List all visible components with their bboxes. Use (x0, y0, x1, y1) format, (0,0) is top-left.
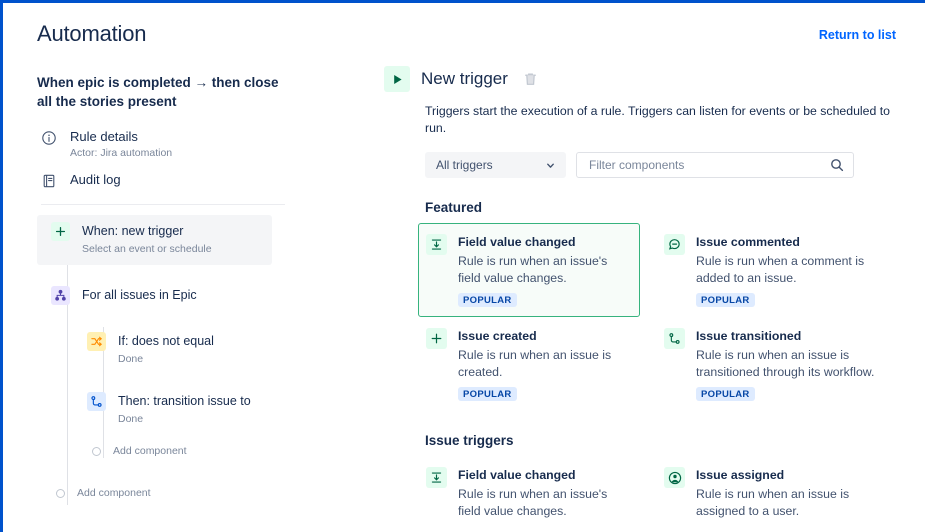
status-badge: POPULAR (458, 293, 517, 307)
status-badge: POPULAR (696, 387, 755, 401)
trigger-card-title: Field value changed (458, 467, 631, 483)
rule-node-title: For all issues in Epic (82, 287, 197, 303)
trigger-card-field-value-changed-2[interactable]: Field value changed Rule is run when an … (418, 456, 640, 529)
rule-sidebar: Automation When epic is completed → then… (3, 3, 348, 532)
trigger-card-title: Field value changed (458, 234, 631, 250)
sidebar-item-sublabel: Actor: Jira automation (70, 146, 172, 161)
rule-node-title: If: does not equal (118, 333, 214, 349)
trigger-card-description: Rule is run when an issue is created. (458, 347, 631, 381)
sidebar-divider (41, 204, 285, 205)
rule-node-for-all-issues-in-epic[interactable]: For all issues in Epic (37, 279, 317, 313)
status-badge: POPULAR (458, 387, 517, 401)
sidebar-item-label: Rule details (70, 128, 172, 145)
trigger-card-title: Issue created (458, 328, 631, 344)
trigger-picker-panel: Return to list New trigger Triggers star… (348, 3, 925, 532)
rule-node-when-new-trigger[interactable]: When: new trigger Select an event or sch… (37, 215, 272, 265)
search-input[interactable] (587, 157, 825, 173)
page-title: Automation (37, 21, 326, 47)
trigger-type-select-value: All triggers (436, 158, 493, 172)
trigger-card-issue-created[interactable]: Issue created Rule is run when an issue … (418, 317, 640, 411)
section-title-featured: Featured (425, 200, 895, 215)
comment-icon (664, 234, 685, 255)
trigger-header: New trigger (384, 66, 895, 92)
filter-components-field[interactable] (576, 152, 854, 178)
trigger-card-description: Rule is run when an issue is assigned to… (696, 486, 897, 520)
sidebar-item-label: Audit log (70, 171, 121, 188)
trigger-card-description: Rule is run when an issue is transitione… (696, 347, 897, 381)
rule-node-subtitle: Done (118, 351, 214, 367)
add-node-dot-icon (56, 489, 65, 498)
condition-icon (87, 332, 106, 351)
trigger-panel-title: New trigger (421, 69, 508, 89)
trigger-card-issue-commented[interactable]: Issue commented Rule is run when a comme… (656, 223, 906, 317)
issue-trigger-grid: Field value changed Rule is run when an … (418, 456, 906, 532)
trigger-card-title: Issue commented (696, 234, 897, 250)
app-window: Automation When epic is completed → then… (0, 0, 925, 532)
trigger-panel-description: Triggers start the execution of a rule. … (425, 103, 895, 137)
rule-node-title: Then: transition issue to (118, 393, 251, 409)
sidebar-item-rule-details[interactable]: Rule details Actor: Jira automation (37, 125, 326, 164)
transition-icon (664, 328, 685, 349)
return-to-list-link[interactable]: Return to list (819, 28, 896, 42)
trigger-type-select[interactable]: All triggers (425, 152, 566, 178)
section-title-issue-triggers: Issue triggers (425, 433, 895, 448)
rule-node-if-does-not-equal[interactable]: If: does not equal Done (73, 325, 317, 375)
info-icon (41, 130, 57, 146)
featured-trigger-grid: Field value changed Rule is run when an … (418, 223, 906, 411)
transition-icon (87, 392, 106, 411)
trigger-card-title: Issue assigned (696, 467, 897, 483)
trigger-card-issue-assigned[interactable]: Issue assigned Rule is run when an issue… (656, 456, 906, 529)
trigger-card-description: Rule is run when a comment is added to a… (696, 253, 897, 287)
trigger-card-title: Issue transitioned (696, 328, 897, 344)
status-badge: POPULAR (696, 293, 755, 307)
rule-node-title: When: new trigger (82, 223, 212, 239)
rule-tree: When: new trigger Select an event or sch… (37, 215, 317, 499)
rule-node-subtitle: Done (118, 411, 251, 427)
trigger-card-field-value-changed[interactable]: Field value changed Rule is run when an … (418, 223, 640, 317)
plus-icon (51, 222, 70, 241)
rule-node-then-transition-issue[interactable]: Then: transition issue to Done (73, 385, 317, 435)
add-component-label: Add component (77, 487, 151, 499)
trigger-card-description: Rule is run when an issue's field value … (458, 253, 631, 287)
branch-icon (51, 286, 70, 305)
trigger-card-description: Rule is run when an issue's field value … (458, 486, 631, 520)
person-icon (664, 467, 685, 488)
trigger-filters: All triggers (425, 152, 895, 178)
add-node-dot-icon (92, 447, 101, 456)
add-component-label: Add component (113, 445, 187, 457)
sidebar-item-audit-log[interactable]: Audit log (37, 168, 326, 192)
chevron-down-icon (545, 160, 556, 171)
trigger-card-issue-transitioned[interactable]: Issue transitioned Rule is run when an i… (656, 317, 906, 411)
play-icon (384, 66, 410, 92)
field-value-changed-icon (426, 467, 447, 488)
add-component-inner-button[interactable]: Add component (73, 445, 317, 457)
plus-icon (426, 328, 447, 349)
trash-icon[interactable] (522, 70, 540, 88)
search-icon (830, 158, 844, 177)
add-component-outer-button[interactable]: Add component (37, 487, 317, 499)
document-icon (41, 173, 57, 189)
field-value-changed-icon (426, 234, 447, 255)
rule-name: When epic is completed → then close all … (37, 73, 282, 111)
rule-node-subtitle: Select an event or schedule (82, 241, 212, 257)
